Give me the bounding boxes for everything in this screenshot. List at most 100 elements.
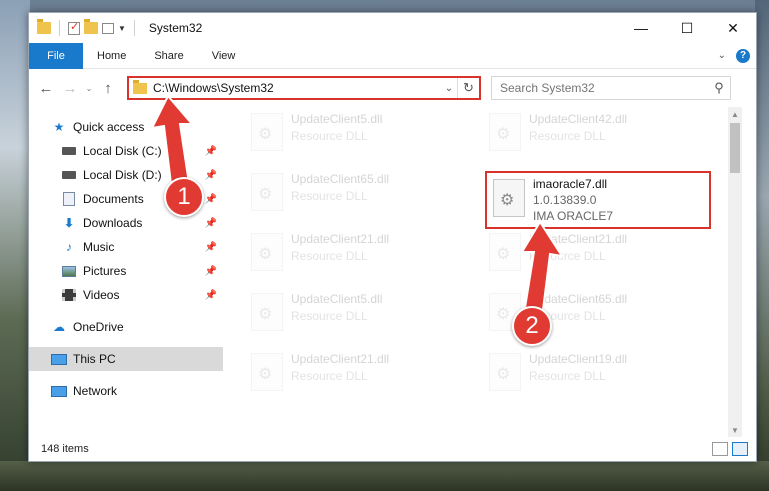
sidebar-item-label: Local Disk (D:)	[83, 168, 162, 182]
dll-file-icon	[489, 233, 521, 271]
sidebar-item-music[interactable]: ♪ Music 📌	[29, 235, 223, 259]
window-controls: — ☐ ✕	[618, 13, 756, 43]
vertical-scrollbar[interactable]: ▲ ▼	[728, 107, 742, 437]
sidebar-item-label: Local Disk (C:)	[83, 144, 162, 158]
music-icon: ♪	[66, 240, 72, 254]
search-input[interactable]	[500, 81, 708, 95]
sidebar-item-label: Music	[83, 240, 115, 254]
file-name: UpdateClient21.dll	[291, 232, 390, 246]
file-item[interactable]: UpdateClient5.dll Resource DLL	[245, 287, 475, 339]
scroll-up-icon[interactable]: ▲	[728, 107, 742, 121]
divider	[59, 20, 60, 36]
tab-share[interactable]: Share	[140, 50, 197, 62]
sidebar-item-quick-access[interactable]: ★ Quick access	[29, 115, 223, 139]
dll-file-icon	[493, 179, 525, 217]
file-item[interactable]: UpdateClient42.dll Resource DLL	[483, 107, 713, 159]
sidebar-item-label: Documents	[83, 192, 144, 206]
file-item[interactable]: UpdateClient5.dll Resource DLL	[245, 107, 475, 159]
file-name: UpdateClient5.dll	[291, 292, 383, 306]
sidebar-item-pictures[interactable]: Pictures 📌	[29, 259, 223, 283]
help-icon[interactable]: ?	[736, 48, 750, 63]
file-name: UpdateClient65.dll	[529, 292, 628, 306]
pin-icon[interactable]: 📌	[205, 146, 217, 157]
scroll-down-icon[interactable]: ▼	[728, 423, 742, 437]
drive-icon	[61, 168, 77, 182]
up-button[interactable]: ↑	[97, 77, 119, 99]
dll-file-icon	[251, 113, 283, 151]
customize-toolbar-icon[interactable]	[102, 22, 114, 34]
quick-access-toolbar: ▼	[29, 19, 139, 36]
refresh-button[interactable]: ↻	[457, 78, 479, 98]
ribbon-right: ⌄ ?	[718, 48, 756, 63]
file-item[interactable]: UpdateClient21.dll Resource DLL	[483, 227, 713, 279]
search-box[interactable]: ⚲	[491, 76, 731, 100]
dll-file-icon	[251, 233, 283, 271]
file-name: UpdateClient42.dll	[529, 112, 628, 126]
file-item[interactable]: UpdateClient19.dll Resource DLL	[483, 347, 713, 399]
sidebar-item-label: Quick access	[73, 120, 145, 134]
dll-file-icon	[489, 113, 521, 151]
address-dropdown-icon[interactable]: ⌄	[441, 83, 457, 94]
item-count: 148 items	[41, 443, 89, 455]
navigation-pane: ★ Quick access Local Disk (C:) 📌 Local D…	[29, 107, 223, 437]
file-type: Resource DLL	[291, 369, 368, 383]
search-icon[interactable]: ⚲	[708, 80, 730, 96]
tiles-view-icon[interactable]	[732, 442, 748, 456]
dll-file-icon	[489, 353, 521, 391]
scroll-thumb[interactable]	[730, 123, 740, 173]
view-toggle	[712, 442, 756, 456]
status-bar: 148 items	[29, 437, 756, 461]
sidebar-item-downloads[interactable]: ⬇ Downloads 📌	[29, 211, 223, 235]
file-item-imaoracle7[interactable]: imaoracle7.dll 1.0.13839.0 IMA ORACLE7	[485, 171, 711, 229]
file-type: Resource DLL	[529, 249, 606, 263]
dll-file-icon	[251, 173, 283, 211]
pin-icon[interactable]: 📌	[205, 242, 217, 253]
details-view-icon[interactable]	[712, 442, 728, 456]
minimize-button[interactable]: —	[618, 13, 664, 43]
pin-icon[interactable]: 📌	[205, 170, 217, 181]
pin-icon[interactable]: 📌	[205, 218, 217, 229]
new-folder-icon[interactable]	[84, 19, 98, 34]
file-item[interactable]: UpdateClient65.dll Resource DLL	[245, 167, 475, 219]
tab-home[interactable]: Home	[83, 50, 140, 62]
desktop-background-right	[755, 0, 769, 491]
file-item[interactable]: UpdateClient21.dll Resource DLL	[245, 347, 475, 399]
back-button[interactable]: ←	[35, 77, 57, 99]
tab-file[interactable]: File	[29, 42, 83, 69]
file-item[interactable]: UpdateClient21.dll Resource DLL	[245, 227, 475, 279]
ribbon-tabs: File Home Share View ⌄ ?	[29, 42, 756, 69]
sidebar-item-videos[interactable]: Videos 📌	[29, 283, 223, 307]
pin-icon[interactable]: 📌	[205, 194, 217, 205]
file-name: imaoracle7.dll	[533, 177, 608, 191]
sidebar-item-network[interactable]: Network	[29, 379, 223, 403]
sidebar-item-this-pc[interactable]: This PC	[29, 347, 223, 371]
close-button[interactable]: ✕	[710, 13, 756, 43]
desktop-background-bottom	[0, 461, 769, 491]
sidebar-item-onedrive[interactable]: ☁ OneDrive	[29, 315, 223, 339]
forward-button[interactable]: →	[59, 77, 81, 99]
pin-icon[interactable]: 📌	[205, 290, 217, 301]
expand-ribbon-icon[interactable]: ⌄	[718, 50, 726, 61]
maximize-button[interactable]: ☐	[664, 13, 710, 43]
file-explorer-window: ▼ System32 — ☐ ✕ File Home Share View ⌄ …	[28, 12, 757, 462]
sidebar-item-label: Downloads	[83, 216, 143, 230]
address-bar[interactable]: C:\Windows\System32 ⌄ ↻	[127, 76, 481, 100]
file-name: UpdateClient65.dll	[291, 172, 390, 186]
file-name: UpdateClient5.dll	[291, 112, 383, 126]
downloads-icon: ⬇	[63, 216, 75, 230]
address-path[interactable]: C:\Windows\System32	[153, 81, 441, 95]
divider	[133, 20, 135, 36]
main-area: ★ Quick access Local Disk (C:) 📌 Local D…	[29, 107, 756, 437]
title-bar: ▼ System32 — ☐ ✕	[29, 13, 756, 43]
sidebar-item-local-disk-c[interactable]: Local Disk (C:) 📌	[29, 139, 223, 163]
recent-locations-icon[interactable]: ⌄	[83, 84, 95, 93]
file-list: UpdateClient5.dll Resource DLL UpdateCli…	[223, 107, 742, 437]
file-type: Resource DLL	[529, 129, 606, 143]
tab-view[interactable]: View	[198, 50, 250, 62]
file-version: 1.0.13839.0	[533, 193, 597, 207]
toolbar-dropdown-icon[interactable]: ▼	[118, 24, 126, 33]
pin-icon[interactable]: 📌	[205, 266, 217, 277]
desktop-background-left	[0, 0, 30, 491]
properties-icon[interactable]	[68, 20, 80, 35]
file-description: IMA ORACLE7	[533, 209, 614, 223]
